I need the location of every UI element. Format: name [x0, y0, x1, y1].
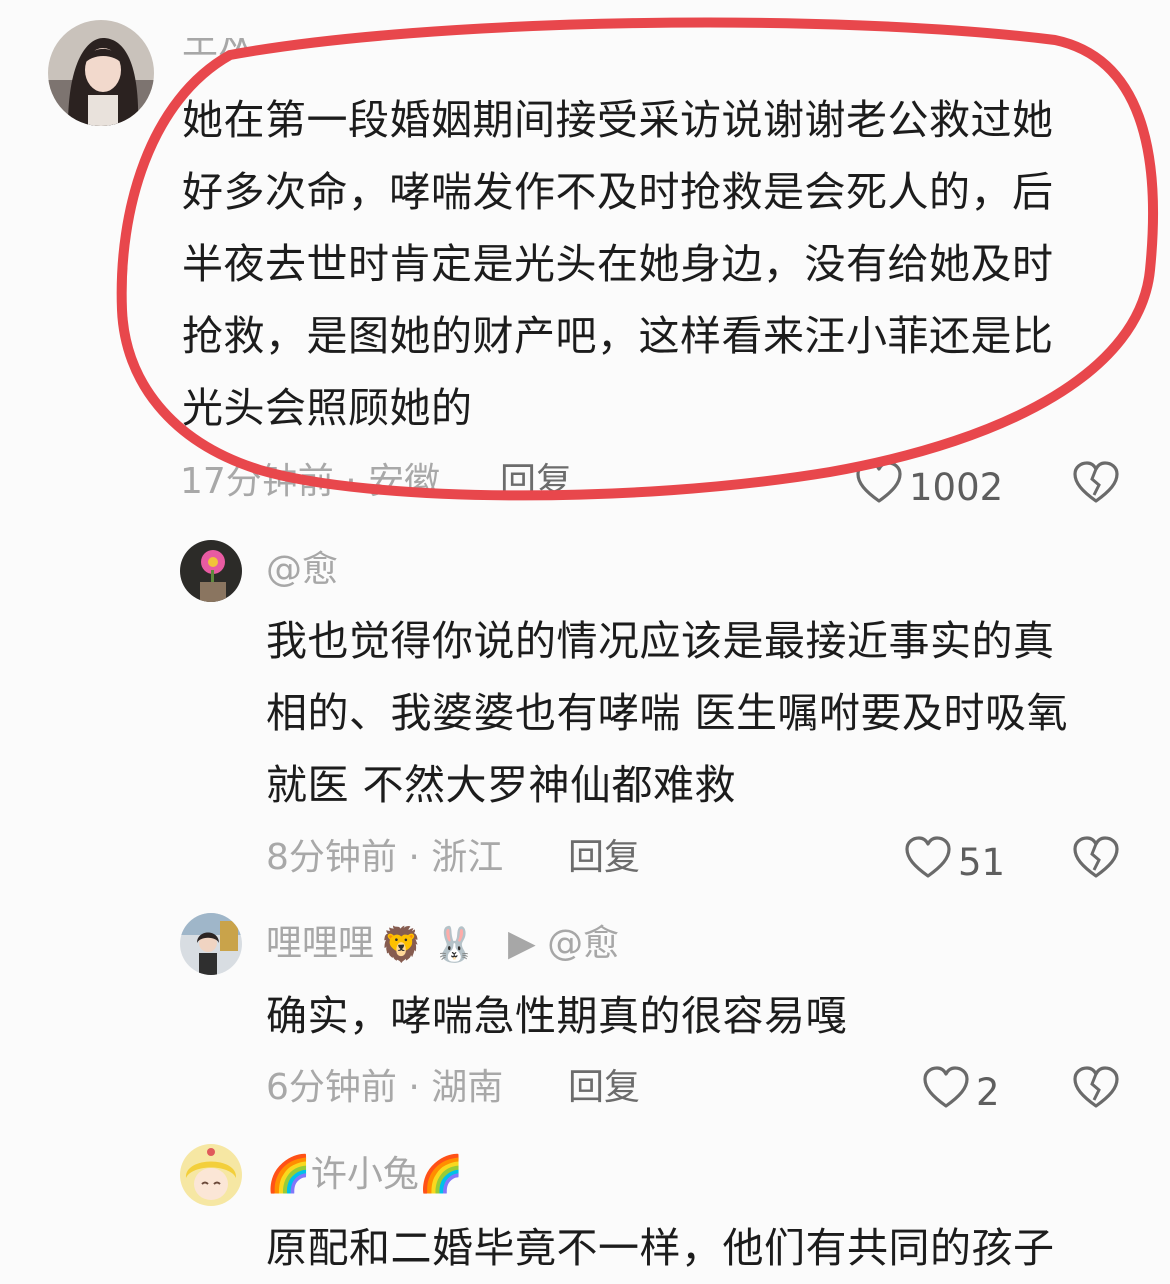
reply-meta: 8分钟前 · 浙江: [266, 837, 504, 878]
dislike-button[interactable]: [1072, 461, 1120, 509]
rainbow-emoji: 🌈: [266, 1154, 311, 1195]
comment-meta: 17分钟前 · 安徽: [180, 461, 441, 502]
reply-username[interactable]: 🌈许小兔🌈: [266, 1153, 464, 1197]
comment-username[interactable]: 王从: [182, 38, 254, 64]
like-count: 51: [958, 841, 1006, 884]
broken-heart-icon: [1072, 461, 1120, 509]
avatar[interactable]: [48, 20, 154, 126]
broken-heart-icon: [1072, 1066, 1120, 1114]
like-count: 2: [976, 1071, 1000, 1114]
reply-username-text: 哩哩哩: [266, 923, 375, 964]
dislike-button[interactable]: [1072, 1066, 1120, 1114]
like-button[interactable]: 51: [904, 836, 1005, 890]
reply-text: 确实，哮喘急性期真的很容易嘎: [266, 992, 847, 1040]
avatar[interactable]: [180, 540, 242, 602]
reply-username[interactable]: 哩哩哩 🦁 🐰: [266, 922, 476, 967]
avatar[interactable]: [180, 913, 242, 975]
reply-to-target[interactable]: ▶ @愈: [508, 922, 619, 966]
reply-button[interactable]: 回复: [500, 460, 572, 504]
reply-username[interactable]: @愈: [266, 548, 338, 592]
username-emoji-badges: 🦁 🐰: [380, 925, 476, 965]
reply-text: 原配和二婚毕竟不一样，他们有共同的孩子: [266, 1224, 1055, 1272]
like-count: 1002: [909, 466, 1004, 509]
broken-heart-icon: [1072, 836, 1120, 884]
avatar[interactable]: [180, 1144, 242, 1206]
heart-outline-icon: [855, 461, 903, 515]
reply-meta: 6分钟前 · 湖南: [266, 1067, 504, 1108]
reply-username-text: 许小兔: [310, 1154, 419, 1195]
like-button[interactable]: 2: [922, 1066, 1000, 1120]
rainbow-emoji: 🌈: [418, 1154, 464, 1195]
dislike-button[interactable]: [1072, 836, 1120, 884]
comment-text: 她在第一段婚姻期间接受采访说谢谢老公救过她 好多次命，哮喘发作不及时抢救是会死人…: [182, 96, 1054, 432]
reply-button[interactable]: 回复: [568, 836, 640, 880]
like-button[interactable]: 1002: [855, 461, 1003, 515]
reply-button[interactable]: 回复: [568, 1066, 640, 1110]
heart-outline-icon: [904, 836, 952, 890]
heart-outline-icon: [922, 1066, 970, 1120]
reply-text: 我也觉得你说的情况应该是最接近事实的真 相的、我婆婆也有哮喘 医生嘱咐要及时吸氧…: [266, 617, 1069, 809]
